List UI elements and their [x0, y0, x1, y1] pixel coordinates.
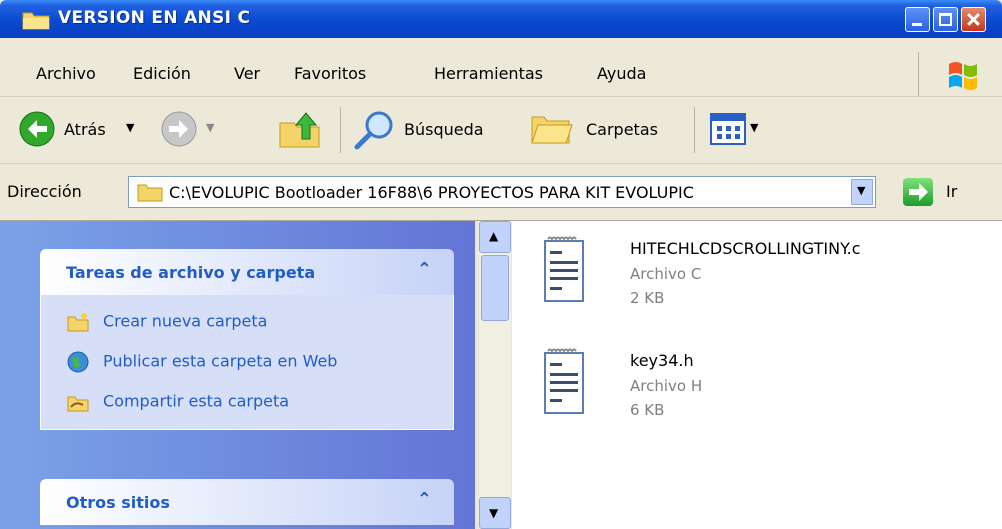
menu-edicion[interactable]: Edición: [133, 64, 191, 83]
task-pane: Tareas de archivo y carpeta ⌃ Crear nuev…: [0, 221, 475, 529]
folders-button[interactable]: Carpetas: [586, 120, 658, 139]
text-file-icon: [544, 236, 584, 302]
task-new-folder[interactable]: Crear nueva carpeta: [67, 311, 267, 333]
folder-icon: [22, 12, 50, 30]
menu-favoritos[interactable]: Favoritos: [294, 64, 366, 83]
arrow-right-icon: [909, 183, 928, 201]
file-list: HITECHLCDSCROLLINGTINY.c Archivo C 2 KB …: [512, 221, 1002, 529]
up-folder-icon[interactable]: [278, 109, 322, 149]
go-label[interactable]: Ir: [946, 182, 957, 201]
toolbar-separator: [340, 107, 341, 153]
other-places-header[interactable]: Otros sitios ⌃: [40, 479, 454, 525]
address-field[interactable]: C:\EVOLUPIC Bootloader 16F88\6 PROYECTOS…: [128, 176, 876, 208]
text-file-icon: [544, 348, 584, 414]
file-type: Archivo H: [630, 377, 703, 395]
forward-arrow-icon[interactable]: [160, 110, 198, 148]
menu-ayuda[interactable]: Ayuda: [597, 64, 646, 83]
task-publish-web[interactable]: Publicar esta carpeta en Web: [67, 351, 337, 373]
file-tasks-title[interactable]: Tareas de archivo y carpeta: [66, 263, 315, 282]
minimize-button[interactable]: [905, 7, 930, 32]
file-tasks-panel: Tareas de archivo y carpeta ⌃ Crear nuev…: [40, 249, 454, 430]
menu-herramientas[interactable]: Herramientas: [434, 64, 543, 83]
chevron-down-icon: ▼: [857, 184, 866, 197]
file-tasks-body: Crear nueva carpeta Publicar esta carpet…: [40, 295, 454, 430]
windows-logo-icon: [949, 62, 977, 90]
menu-separator: [918, 52, 919, 96]
views-dropdown-icon[interactable]: ▼: [750, 121, 758, 134]
scroll-thumb[interactable]: [481, 255, 509, 321]
new-folder-icon: [67, 313, 89, 332]
other-places-panel: Otros sitios ⌃: [40, 479, 454, 525]
search-icon[interactable]: [352, 109, 396, 151]
maximize-button[interactable]: [933, 7, 958, 32]
address-bar: Dirección C:\EVOLUPIC Bootloader 16F88\6…: [0, 164, 1002, 221]
address-dropdown-button[interactable]: ▼: [851, 179, 873, 205]
forward-dropdown-icon[interactable]: ▼: [206, 121, 214, 134]
menu-ver[interactable]: Ver: [234, 64, 260, 83]
file-name[interactable]: key34.h: [630, 351, 694, 370]
back-button[interactable]: Atrás: [64, 120, 106, 139]
menu-bar: Archivo Edición Ver Favoritos Herramient…: [0, 52, 1002, 97]
task-label: Publicar esta carpeta en Web: [103, 351, 338, 371]
arrow-up-icon: ▲: [489, 229, 499, 243]
folders-icon[interactable]: [528, 111, 576, 147]
search-button[interactable]: Búsqueda: [404, 120, 484, 139]
task-label: Compartir esta carpeta: [103, 391, 290, 411]
folder-icon: [137, 184, 163, 202]
scroll-down-button[interactable]: ▼: [479, 497, 511, 529]
explorer-window: VERSION EN ANSI C Archivo Edición Ver Fa…: [0, 0, 1002, 529]
share-folder-icon: [67, 396, 89, 412]
chevron-up-icon[interactable]: ⌃: [417, 259, 432, 280]
file-size: 6 KB: [630, 401, 665, 419]
arrow-down-icon: ▼: [489, 506, 499, 520]
toolbar-separator: [694, 107, 695, 153]
file-tasks-header[interactable]: Tareas de archivo y carpeta ⌃: [40, 249, 454, 295]
file-item[interactable]: HITECHLCDSCROLLINGTINY.c Archivo C 2 KB: [542, 235, 1002, 325]
toolbar: Atrás ▼ ▼ Búsqueda Carpetas ▼: [0, 97, 1002, 164]
back-dropdown-icon[interactable]: ▼: [126, 121, 134, 134]
address-label: Dirección: [7, 182, 82, 201]
chevron-up-icon[interactable]: ⌃: [417, 489, 432, 510]
file-name[interactable]: HITECHLCDSCROLLINGTINY.c: [630, 239, 861, 258]
other-places-title[interactable]: Otros sitios: [66, 493, 170, 512]
menu-archivo[interactable]: Archivo: [36, 64, 96, 83]
file-type: Archivo C: [630, 265, 702, 283]
scroll-up-button[interactable]: ▲: [479, 221, 511, 253]
title-bar[interactable]: VERSION EN ANSI C: [0, 0, 1002, 38]
go-button[interactable]: [903, 178, 933, 206]
task-pane-scrollbar[interactable]: ▲ ▼: [479, 221, 511, 529]
file-item[interactable]: key34.h Archivo H 6 KB: [542, 347, 1002, 437]
address-path[interactable]: C:\EVOLUPIC Bootloader 16F88\6 PROYECTOS…: [169, 183, 694, 202]
window-title: VERSION EN ANSI C: [58, 8, 251, 28]
views-icon[interactable]: [710, 113, 746, 145]
task-share-folder[interactable]: Compartir esta carpeta: [67, 391, 289, 413]
file-size: 2 KB: [630, 289, 665, 307]
back-arrow-icon[interactable]: [18, 110, 56, 148]
close-button[interactable]: [961, 7, 986, 32]
globe-icon: [67, 351, 89, 373]
task-label: Crear nueva carpeta: [103, 311, 268, 331]
